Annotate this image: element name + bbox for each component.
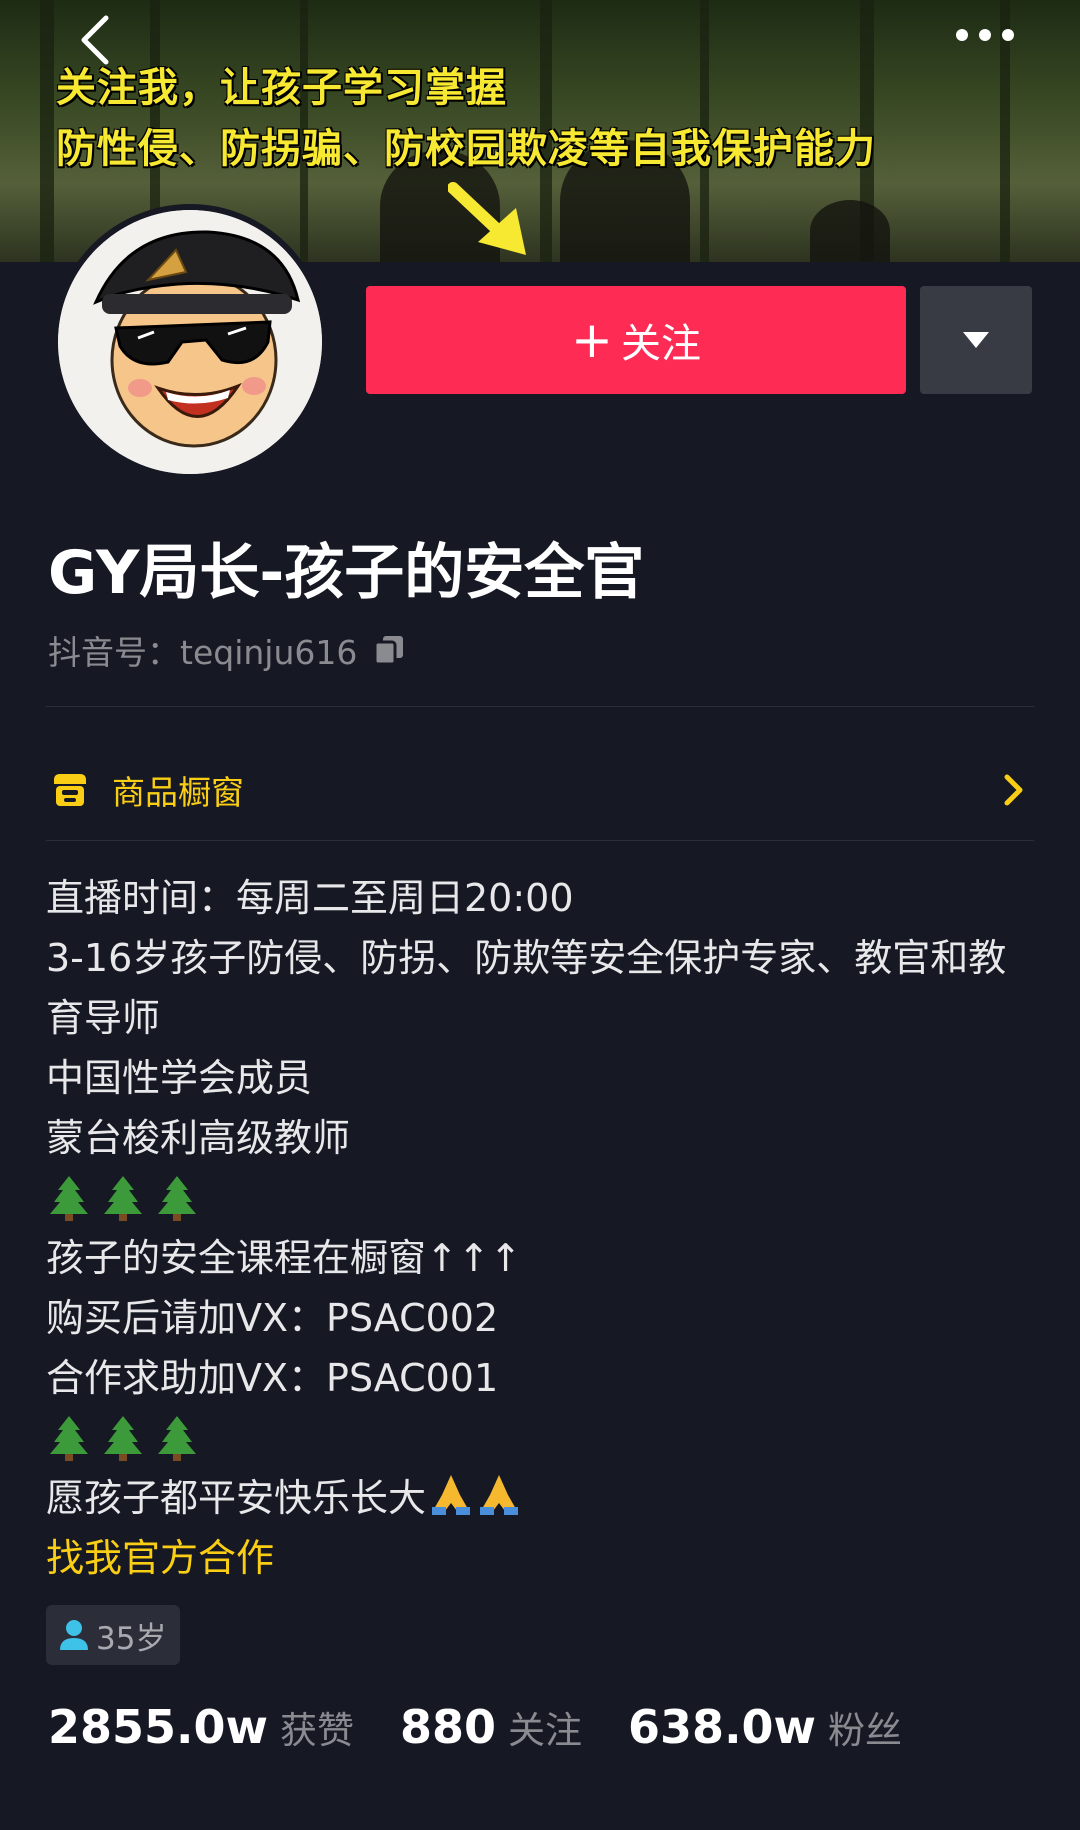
bio-vx-coop: 合作求助加VX：PSAC001 <box>46 1356 499 1400</box>
back-icon[interactable] <box>72 12 120 68</box>
plus-icon: + <box>571 311 613 369</box>
cartoon-officer-avatar-image <box>58 210 322 474</box>
tree-icon <box>158 1416 196 1461</box>
bio-intro: 3-16岁孩子防侵、防拐、防欺等安全保护专家、教官和教育导师 <box>46 936 1007 1040</box>
following-stat[interactable]: 880 关注 <box>400 1700 582 1754</box>
arrow-down-icon <box>448 182 526 255</box>
tree-icon <box>104 1176 142 1221</box>
follow-button-label: 关注 <box>620 321 701 367</box>
fans-count: 638.0w <box>628 1700 817 1754</box>
more-options-icon[interactable] <box>952 20 1022 50</box>
follow-button[interactable]: + 关注 <box>366 286 906 394</box>
divider <box>46 706 1034 707</box>
likes-label: 获赞 <box>280 1709 355 1752</box>
tree-emoji-row <box>46 1168 1036 1228</box>
banner-subheadline: 防性侵、防拐骗、防校园欺凌等自我保护能力 <box>56 126 876 172</box>
following-label: 关注 <box>508 1709 583 1752</box>
shop-icon <box>54 774 86 806</box>
pray-hands-icon <box>432 1475 471 1515</box>
divider <box>46 840 1034 841</box>
shop-window-label: 商品橱窗 <box>112 773 244 812</box>
bio-wish-line: 愿孩子都平安快乐长大 <box>46 1468 1036 1528</box>
copy-icon[interactable] <box>371 632 407 668</box>
account-id-row: 抖音号：teqinju616 <box>48 626 407 674</box>
profile-nickname: GY局长-孩子的安全官 <box>48 538 645 608</box>
profile-bio: 直播时间：每周二至周日20:00 3-16岁孩子防侵、防拐、防欺等安全保护专家、… <box>46 868 1036 1588</box>
tree-emoji-row <box>46 1408 1036 1468</box>
bio-wish: 愿孩子都平安快乐长大 <box>46 1476 427 1520</box>
banner-headline: 关注我，让孩子学习掌握 <box>56 65 507 111</box>
age-tag: 35岁 <box>46 1605 181 1665</box>
tree-icon <box>158 1176 196 1221</box>
recommend-dropdown-button[interactable] <box>920 286 1032 394</box>
bio-vx-buy: 购买后请加VX：PSAC002 <box>46 1296 499 1340</box>
bio-teacher: 蒙台梭利高级教师 <box>46 1116 351 1160</box>
tree-icon <box>50 1176 88 1221</box>
caret-down-icon <box>963 332 989 348</box>
likes-count: 2855.0w <box>48 1700 269 1754</box>
fans-stat[interactable]: 638.0w 粉丝 <box>628 1700 902 1754</box>
avatar[interactable] <box>52 204 328 480</box>
pray-hands-icon <box>480 1475 519 1515</box>
bio-live-time: 直播时间：每周二至周日20:00 <box>46 876 574 920</box>
likes-stat[interactable]: 2855.0w 获赞 <box>48 1700 354 1754</box>
tree-icon <box>104 1416 142 1461</box>
user-icon <box>60 1620 88 1650</box>
official-cooperation-link[interactable]: 找我官方合作 <box>46 1528 1036 1588</box>
tree-icon <box>50 1416 88 1461</box>
account-id: 抖音号：teqinju616 <box>48 633 358 672</box>
fans-label: 粉丝 <box>828 1709 903 1752</box>
shop-window-entry[interactable]: 商品橱窗 <box>46 740 1034 840</box>
age-label: 35岁 <box>96 1620 167 1657</box>
chevron-right-icon <box>1004 774 1023 806</box>
bio-member: 中国性学会成员 <box>46 1056 313 1100</box>
bio-course: 孩子的安全课程在橱窗↑↑↑ <box>46 1236 522 1280</box>
profile-stats: 2855.0w 获赞 880 关注 638.0w 粉丝 <box>48 1700 948 1754</box>
following-count: 880 <box>400 1700 497 1754</box>
